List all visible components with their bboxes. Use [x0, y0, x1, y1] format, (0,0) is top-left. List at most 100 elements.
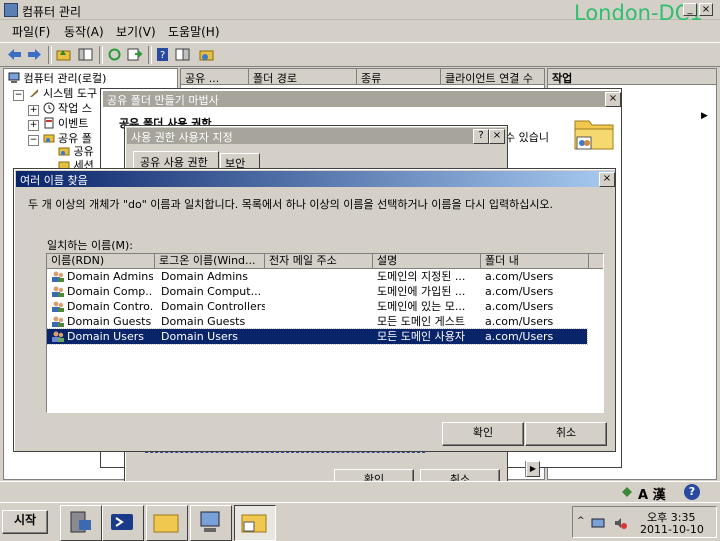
menu-action[interactable]: 동작(A): [64, 23, 104, 40]
menu-view[interactable]: 보기(V): [116, 23, 156, 40]
toolbar: ?: [0, 42, 720, 67]
menu-file[interactable]: 파일(F): [12, 23, 50, 40]
column-header-share-name[interactable]: 공유 ...: [181, 69, 249, 85]
wizard-text: 수 있습니: [505, 131, 549, 144]
export-list-icon[interactable]: [126, 46, 143, 63]
user-group-icon: [52, 301, 64, 312]
user-group-icon: [52, 271, 64, 282]
window-title: 컴퓨터 관리: [22, 5, 82, 19]
perm-help-icon[interactable]: ?: [473, 129, 489, 144]
cell-description: 도메인에 있는 모...: [377, 300, 466, 313]
perm-titlebar[interactable]: 사용 권한 사용자 지정: [127, 128, 505, 144]
table-row[interactable]: Domain Comp... Domain Comput... 도메인에 가입된…: [47, 284, 587, 299]
column-header-email[interactable]: 전자 메일 주소: [265, 254, 373, 269]
table-row-selected[interactable]: Domain Users Domain Users 모든 도메인 사용자 a.c…: [47, 328, 588, 345]
computer-management-icon: [4, 3, 18, 17]
event-log-icon: [44, 117, 53, 129]
table-row[interactable]: Domain Guests Domain Guests 모든 도메인 게스트 a…: [47, 314, 587, 329]
wizard-close-icon[interactable]: ×: [605, 92, 621, 107]
tree-label: 시스템 도구: [43, 87, 98, 100]
help-book-icon[interactable]: ?: [154, 46, 171, 63]
cell-rdn: Domain Admins: [67, 270, 153, 283]
column-header-logon-name[interactable]: 로그온 이름(Wind...: [155, 254, 265, 269]
show-hidden-icons-chevron-icon[interactable]: ^: [577, 516, 585, 526]
system-tray: ^ 오후 3:35 2011-10-10: [572, 506, 717, 538]
back-arrow-icon[interactable]: [6, 46, 23, 63]
multi-title: 여러 이름 찾음: [20, 174, 88, 187]
cell-folder: a.com/Users: [485, 270, 554, 283]
menu-help[interactable]: 도움말(H): [168, 23, 220, 40]
taskbar-server-manager[interactable]: [60, 505, 102, 541]
up-folder-icon[interactable]: [55, 46, 72, 63]
tree-event-viewer[interactable]: + 이벤트: [28, 115, 88, 131]
cell-folder: a.com/Users: [485, 285, 554, 298]
multi-ok-button[interactable]: 확인: [442, 422, 524, 446]
cell-rdn: Domain Comp...: [67, 285, 153, 298]
main-titlebar[interactable]: 컴퓨터 관리 London-DC1 _ ×: [0, 0, 720, 25]
share-folder-icon[interactable]: [198, 46, 215, 63]
computer-icon: [8, 72, 20, 83]
user-group-icon: [52, 316, 64, 327]
cell-folder: a.com/Users: [485, 300, 554, 313]
minimize-button[interactable]: _: [683, 3, 697, 16]
table-row[interactable]: Domain Admins Domain Admins 도메인의 지정된 ...…: [47, 269, 587, 284]
tree-computer-management[interactable]: 컴퓨터 관리(로컬): [8, 70, 106, 86]
scroll-right-arrow-icon[interactable]: ▶: [526, 461, 540, 477]
clock-date[interactable]: 2011-10-10: [640, 523, 704, 536]
column-header-rdn[interactable]: 이름(RDN): [47, 254, 155, 269]
taskbar-computer-management[interactable]: [190, 505, 232, 541]
tab-share-permissions[interactable]: 공유 사용 권한: [133, 151, 219, 169]
tree-system-tools[interactable]: − 시스템 도구: [13, 85, 97, 101]
refresh-icon[interactable]: [106, 46, 123, 63]
cell-logon: Domain Comput...: [161, 285, 262, 298]
perm-close-icon[interactable]: ×: [489, 129, 505, 144]
folder-icon: [153, 514, 179, 533]
cell-description: 모든 도메인 사용자: [377, 330, 465, 343]
matching-names-list[interactable]: 이름(RDN) 로그온 이름(Wind... 전자 메일 주소 설명 폴더 내 …: [46, 253, 604, 413]
perm-title: 사용 권한 사용자 지정: [131, 131, 233, 144]
forward-arrow-icon[interactable]: [26, 46, 43, 63]
status-bar: A 漢 ?: [0, 481, 720, 503]
help-icon[interactable]: ?: [684, 484, 700, 500]
menu-bar: 파일(F) 동작(A) 보기(V) 도움말(H): [0, 20, 720, 41]
taskbar-explorer[interactable]: [146, 505, 188, 541]
cell-folder: a.com/Users: [485, 315, 554, 328]
start-button[interactable]: 시작: [2, 510, 48, 534]
collapse-icon[interactable]: −: [28, 135, 39, 146]
taskbar: 시작 ^ 오후 3:35 2011-10-10: [0, 502, 720, 541]
start-label: 시작: [13, 513, 37, 527]
properties-pane-icon[interactable]: [174, 46, 191, 63]
tree-label: 작업 스: [58, 102, 92, 115]
column-header-in-folder[interactable]: 폴더 내: [481, 254, 589, 269]
computer-management-icon: [200, 511, 220, 532]
column-header-filler: [589, 254, 603, 269]
network-icon[interactable]: [591, 516, 605, 530]
multi-titlebar[interactable]: 여러 이름 찾음: [16, 171, 613, 187]
show-hide-tree-icon[interactable]: [77, 46, 94, 63]
cell-folder: a.com/Users: [485, 330, 554, 343]
wizard-titlebar[interactable]: 공유 폴더 만들기 마법사: [103, 91, 619, 107]
column-header-client-connections[interactable]: 클라이언트 연결 수: [441, 69, 545, 85]
volume-icon[interactable]: [613, 516, 627, 530]
column-header-folder-path[interactable]: 폴더 경로: [249, 69, 357, 85]
multi-close-icon[interactable]: ×: [599, 172, 615, 187]
cell-logon: Domain Users: [161, 330, 238, 343]
collapse-icon[interactable]: −: [13, 90, 24, 101]
column-header-description[interactable]: 설명: [373, 254, 481, 269]
tree-task-scheduler[interactable]: + 작업 스: [28, 100, 92, 116]
multi-cancel-button[interactable]: 취소: [525, 422, 607, 446]
ime-indicator[interactable]: A 漢: [638, 484, 666, 503]
table-row[interactable]: Domain Contro... Domain Controllers 도메인에…: [47, 299, 587, 314]
language-bar-icon[interactable]: [620, 485, 634, 499]
wizard-title: 공유 폴더 만들기 마법사: [107, 94, 219, 107]
more-actions-arrow-icon[interactable]: ▶: [701, 111, 708, 121]
taskbar-shared-folder-wizard[interactable]: [234, 505, 276, 541]
taskbar-powershell[interactable]: [102, 505, 144, 541]
tools-icon: [29, 89, 38, 97]
close-icon[interactable]: ×: [699, 3, 713, 16]
shared-folder-icon: [574, 120, 614, 150]
matches-label: 일치하는 이름(M):: [47, 239, 133, 252]
user-group-icon: [52, 331, 64, 342]
column-header-type[interactable]: 종류: [357, 69, 441, 85]
tab-security[interactable]: 보안: [220, 153, 260, 170]
